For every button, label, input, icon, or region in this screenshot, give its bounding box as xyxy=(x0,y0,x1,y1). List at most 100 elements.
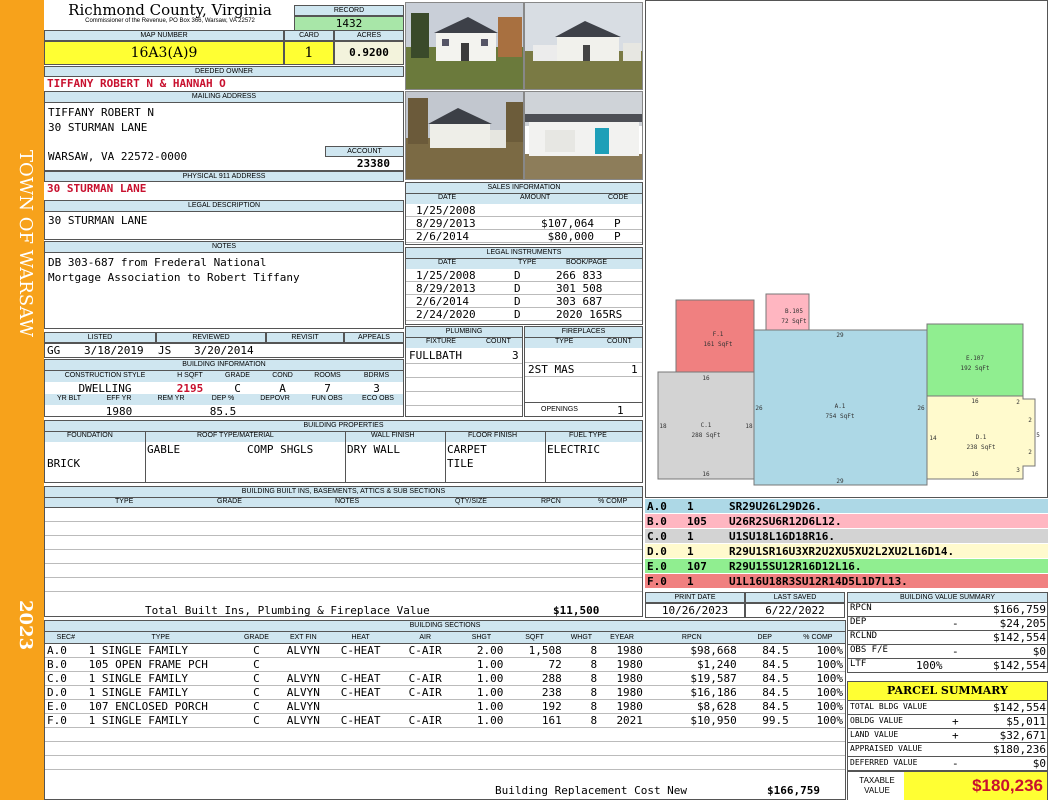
property-photo-4 xyxy=(524,91,643,180)
parcel-summary-key: DEFERRED VALUE xyxy=(850,758,918,767)
section-cell: 238 xyxy=(505,685,564,700)
value-summary-row: DEP - $24,205 xyxy=(847,617,1048,631)
parcel-summary-value: $5,011 xyxy=(1006,715,1046,728)
section-cell: E.0 xyxy=(45,699,87,714)
section-row: F.0 1 SINGLE FAMILY C ALVYN C-HEAT C-AIR 1.00 1… xyxy=(45,713,845,728)
section-cell: 99.5 xyxy=(738,713,791,728)
floor-finish-2: TILE xyxy=(447,457,474,470)
instrument-date: 8/29/2013 xyxy=(416,282,476,295)
map-card-acres: MAP NUMBER CARD ACRES 16A3(A)9 1 0.9200 xyxy=(44,30,404,66)
section-cell xyxy=(278,657,329,672)
sections-total-label: Building Replacement Cost New xyxy=(495,784,688,797)
last-saved-label: LAST SAVED xyxy=(745,592,845,603)
section-cell: $1,240 xyxy=(644,657,739,672)
header-title-block: Richmond County, Virginia Commissioner o… xyxy=(46,2,294,30)
section-cell: 1,508 xyxy=(505,643,564,658)
sections-col-header: EYEAR xyxy=(599,632,645,644)
instrument-row: 1/25/2008 D 266 833 xyxy=(406,269,642,282)
instrument-row: 2/24/2020 D 2020 165RS xyxy=(406,308,642,321)
building-info-col2: REM YR xyxy=(157,395,185,402)
notes-line-1: DB 303-687 from Frederal National xyxy=(48,256,267,269)
sections-col-header: HEAT xyxy=(328,632,393,644)
section-cell: 288 xyxy=(505,671,564,686)
section-cell: 2.00 xyxy=(457,643,506,658)
builtins-label: BUILDING BUILT INS, BASEMENTS, ATTICS & … xyxy=(45,487,642,498)
value-summary-key: OBS F/E xyxy=(850,645,888,655)
section-cell: $19,587 xyxy=(644,671,739,686)
section-cell: C xyxy=(234,671,279,686)
notes-block: NOTES DB 303-687 from Frederal National … xyxy=(44,241,404,329)
parcel-summary-block: PARCEL SUMMARY TOTAL BLDG VALUE $142,554 O… xyxy=(847,681,1048,800)
property-photo-2 xyxy=(524,2,643,90)
value-summary-value: $142,554 xyxy=(993,659,1046,672)
instrument-bookpage: 266 833 xyxy=(556,269,603,282)
parcel-summary-row: APPRAISED VALUE $180,236 xyxy=(847,743,1048,757)
section-cell: C-AIR xyxy=(392,643,458,658)
section-code-n: 1 xyxy=(687,575,694,588)
sales-col-date: DATE xyxy=(438,194,457,201)
sketch-dim-d-left: 14 xyxy=(929,435,937,442)
mailing-label: MAILING ADDRESS xyxy=(45,92,403,103)
section-cell: C xyxy=(234,643,279,658)
instruments-col-type: TYPE xyxy=(518,259,537,266)
section-cell: 1980 xyxy=(599,657,645,672)
section-cell: C-AIR xyxy=(392,685,458,700)
value-summary-key: DEP xyxy=(850,617,867,627)
section-code-vector: U1SU18L16D18R16. xyxy=(729,530,835,543)
physical-value: 30 STURMAN LANE xyxy=(47,182,147,195)
sales-date: 1/25/2008 xyxy=(416,204,476,217)
openings-label: OPENINGS xyxy=(541,406,578,413)
value-summary-row: LTF 100% $142,554 xyxy=(847,659,1048,673)
section-code-row: B.0 105 U26R2SU6R12D6L12. xyxy=(645,514,1048,529)
section-cell: 192 xyxy=(505,699,564,714)
physical-block: PHYSICAL 911 ADDRESS 30 STURMAN LANE xyxy=(44,171,404,198)
section-cell: 8 xyxy=(563,643,600,658)
section-cell: 161 xyxy=(505,713,564,728)
section-cell: 100% xyxy=(790,671,845,686)
section-cell: 100% xyxy=(790,643,845,658)
sketch-dim-a-right: 26 xyxy=(917,405,925,412)
builtins-total-value: $11,500 xyxy=(553,604,600,617)
revisit-label: REVISIT xyxy=(266,332,344,343)
listed-by: GG xyxy=(47,344,61,357)
sketch-label-e107-id: E.107 xyxy=(966,355,984,362)
sales-amount: $107,064 xyxy=(541,217,594,230)
value-summary-value: $166,759 xyxy=(993,603,1046,616)
value-summary-value: $0 xyxy=(1032,645,1046,658)
section-cell: 100% xyxy=(790,657,845,672)
section-cell: 1980 xyxy=(599,671,645,686)
value-summary-row: RCLND $142,554 xyxy=(847,631,1048,645)
section-cell: ALVYN xyxy=(278,713,329,728)
section-cell: 1.00 xyxy=(457,671,506,686)
sketch-dim-c-bottom: 16 xyxy=(702,471,710,478)
section-cell: 84.5 xyxy=(738,643,791,658)
listed-label: LISTED xyxy=(44,332,156,343)
section-cell: 1980 xyxy=(599,685,645,700)
account-label: ACCOUNT xyxy=(325,146,404,157)
building-info-col2: ECO OBS xyxy=(362,395,394,402)
parcel-summary-row: DEFERRED VALUE - $0 xyxy=(847,757,1048,771)
section-cell: 105 OPEN FRAME PCH xyxy=(86,657,235,672)
fireplaces-col-type: TYPE xyxy=(555,338,574,345)
sketch-label-b105-sqft: 72 SqFt xyxy=(781,318,807,325)
section-code-row: A.0 1 SR29U26L29D26. xyxy=(645,499,1048,514)
value-summary-value: $24,205 xyxy=(999,617,1046,630)
section-code-n: 105 xyxy=(687,515,707,528)
section-code-vector: R29U1SR16U3XR2U2XU5XU2L2XU2L16D14. xyxy=(729,545,955,558)
parcel-summary-key: OBLDG VALUE xyxy=(850,716,903,725)
section-cell: $16,186 xyxy=(644,685,739,700)
section-cell: 2021 xyxy=(599,713,645,728)
sidebar: TOWN OF WARSAW 2023 xyxy=(0,0,44,800)
instruments-label: LEGAL INSTRUMENTS xyxy=(406,248,642,259)
section-cell xyxy=(392,699,458,714)
section-cell xyxy=(392,657,458,672)
section-cell: ALVYN xyxy=(278,685,329,700)
plumbing-count: 3 xyxy=(512,349,519,362)
account-value: 23380 xyxy=(356,157,390,170)
section-cell: C xyxy=(234,713,279,728)
sketch-label-b105-id: B.105 xyxy=(785,308,803,315)
section-cell: C xyxy=(234,699,279,714)
sketch-label-e107-sqft: 192 SqFt xyxy=(961,365,990,372)
section-cell: C-AIR xyxy=(392,713,458,728)
sales-block: SALES INFORMATION DATE AMOUNT CODE 1/25/… xyxy=(405,182,643,245)
